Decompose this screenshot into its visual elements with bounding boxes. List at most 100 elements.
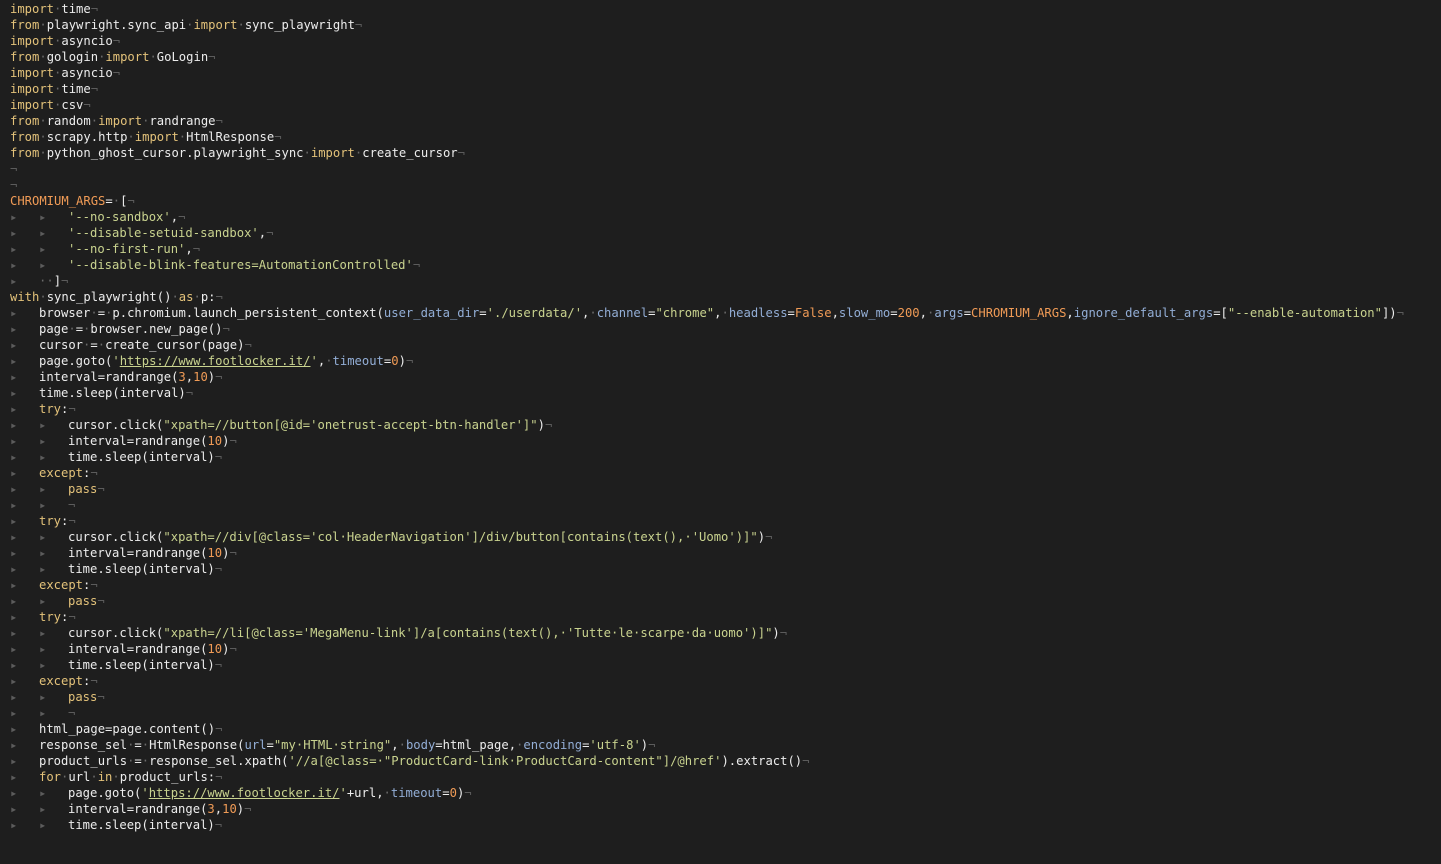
line-end-marker: ¬ bbox=[544, 418, 553, 432]
tab-marker: ▸ bbox=[10, 354, 18, 368]
operator-token: ) bbox=[757, 530, 766, 544]
code-line[interactable]: ▸ response_sel·=·HtmlResponse(url="my·HTM… bbox=[0, 737, 1441, 753]
identifier-token: browser bbox=[39, 306, 91, 320]
keyword-argument: body bbox=[405, 738, 436, 752]
code-line[interactable]: from·python_ghost_cursor.playwright_sync… bbox=[0, 145, 1441, 161]
code-line[interactable]: ▸ except:¬ bbox=[0, 465, 1441, 481]
whitespace-dot: · bbox=[39, 114, 47, 128]
code-line[interactable]: ▸ try:¬ bbox=[0, 609, 1441, 625]
line-end-marker: ¬ bbox=[765, 530, 773, 544]
code-line[interactable]: ▸ ▸ interval=randrange(3,10)¬ bbox=[0, 801, 1441, 817]
line-end-marker: ¬ bbox=[215, 370, 223, 384]
keyword-token: import bbox=[10, 98, 55, 112]
code-line[interactable]: ▸ cursor·=·create_cursor(page)¬ bbox=[0, 337, 1441, 353]
code-line[interactable]: ▸ ▸ pass¬ bbox=[0, 481, 1441, 497]
keyword-token: import bbox=[10, 34, 55, 48]
code-line[interactable]: ▸ ▸ '--no-sandbox',¬ bbox=[0, 209, 1441, 225]
code-line[interactable]: import·time¬ bbox=[0, 1, 1441, 17]
keyword-argument: headless bbox=[728, 306, 788, 320]
code-line[interactable]: ▸ html_page=page.content()¬ bbox=[0, 721, 1441, 737]
string-token: "my·HTML·string" bbox=[273, 738, 392, 752]
code-line[interactable]: from·gologin·import·GoLogin¬ bbox=[0, 49, 1441, 65]
whitespace-dot: · bbox=[39, 146, 47, 160]
code-line[interactable]: ▸ except:¬ bbox=[0, 577, 1441, 593]
keyword-argument: encoding bbox=[523, 738, 583, 752]
keyword-token: from bbox=[10, 18, 40, 32]
code-line[interactable]: ▸ ▸ time.sleep(interval)¬ bbox=[0, 657, 1441, 673]
code-line[interactable]: ▸ ▸ pass¬ bbox=[0, 689, 1441, 705]
code-line[interactable]: ▸ ▸ interval=randrange(10)¬ bbox=[0, 545, 1441, 561]
code-line[interactable]: ▸ ▸ cursor.click("xpath=//button[@id='onet… bbox=[0, 417, 1441, 433]
number-token: 3 bbox=[178, 370, 186, 384]
tab-marker: ▸ bbox=[39, 498, 47, 512]
keyword-argument: channel bbox=[596, 306, 649, 320]
code-line[interactable]: ▸ ··]¬ bbox=[0, 273, 1441, 289]
code-line[interactable]: ▸ ▸ '--disable-blink-features=AutomationCo… bbox=[0, 257, 1441, 273]
code-line[interactable]: from·random·import·randrange¬ bbox=[0, 113, 1441, 129]
identifier-token: asyncio bbox=[61, 34, 113, 48]
tab-marker: ▸ bbox=[10, 306, 18, 320]
code-line[interactable]: with·sync_playwright()·as·p:¬ bbox=[0, 289, 1441, 305]
line-end-marker: ¬ bbox=[779, 626, 788, 640]
identifier-token: page bbox=[39, 322, 69, 336]
tab-marker: ▸ bbox=[39, 642, 47, 656]
string-token: "xpath=//button[@id='onetrust-accept-btn… bbox=[163, 418, 538, 432]
code-line[interactable]: ▸ ▸ time.sleep(interval)¬ bbox=[0, 817, 1441, 833]
whitespace-dot: · bbox=[237, 18, 245, 32]
tab-marker: ▸ bbox=[39, 210, 47, 224]
keyword-token: except bbox=[39, 674, 84, 688]
string-token: "xpath=//div[@class='col·HeaderNavigatio… bbox=[163, 530, 758, 544]
code-line[interactable]: ▸ ▸ page.goto('https://www.footlocker.it/'… bbox=[0, 785, 1441, 801]
code-line[interactable]: ▸ try:¬ bbox=[0, 401, 1441, 417]
code-line[interactable]: import·asyncio¬ bbox=[0, 33, 1441, 49]
code-line[interactable]: ▸ ▸ ¬ bbox=[0, 705, 1441, 721]
code-line[interactable]: ▸ browser·=·p.chromium.launch_persistent_… bbox=[0, 305, 1441, 321]
code-line[interactable]: ▸ page.goto('https://www.footlocker.it/',… bbox=[0, 353, 1441, 369]
identifier-token: interval=randrange( bbox=[68, 642, 208, 656]
tab-marker: ▸ bbox=[10, 322, 18, 336]
code-line[interactable]: ▸ ▸ time.sleep(interval)¬ bbox=[0, 561, 1441, 577]
code-line[interactable]: ▸ ▸ cursor.click("xpath=//li[@class='MegaM… bbox=[0, 625, 1441, 641]
code-line[interactable]: ▸ interval=randrange(3,10)¬ bbox=[0, 369, 1441, 385]
tab-marker: ▸ bbox=[10, 690, 18, 704]
code-line[interactable]: ▸ ▸ '--no-first-run',¬ bbox=[0, 241, 1441, 257]
operator-token: = bbox=[435, 738, 443, 752]
code-line[interactable]: ¬ bbox=[0, 161, 1441, 177]
code-line[interactable]: ▸ try:¬ bbox=[0, 513, 1441, 529]
code-line[interactable]: ▸ ▸ '--disable-setuid-sandbox',¬ bbox=[0, 225, 1441, 241]
tab-marker: ▸ bbox=[10, 498, 18, 512]
code-line[interactable]: ▸ ▸ cursor.click("xpath=//div[@class='col·… bbox=[0, 529, 1441, 545]
code-line[interactable]: CHROMIUM_ARGS=·[¬ bbox=[0, 193, 1441, 209]
line-end-marker: ¬ bbox=[61, 274, 69, 288]
tab-marker: ▸ bbox=[10, 818, 18, 832]
tab-marker: ▸ bbox=[39, 546, 47, 560]
operator-token: , bbox=[185, 370, 194, 384]
code-line[interactable]: import·time¬ bbox=[0, 81, 1441, 97]
code-line[interactable]: ▸ for·url·in·product_urls:¬ bbox=[0, 769, 1441, 785]
code-line[interactable]: ▸ ▸ interval=randrange(10)¬ bbox=[0, 433, 1441, 449]
code-editor[interactable]: import·time¬ from·playwright.sync_api·imp… bbox=[0, 0, 1441, 864]
code-line[interactable]: ¬ bbox=[0, 177, 1441, 193]
code-line[interactable]: ▸ except:¬ bbox=[0, 673, 1441, 689]
code-line[interactable]: from·playwright.sync_api·import·sync_pla… bbox=[0, 17, 1441, 33]
keyword-token: import bbox=[193, 18, 238, 32]
code-line[interactable]: import·csv¬ bbox=[0, 97, 1441, 113]
tab-marker: ▸ bbox=[10, 786, 18, 800]
url-link[interactable]: https://www.footlocker.it/ bbox=[149, 786, 340, 800]
code-area[interactable]: import·time¬ from·playwright.sync_api·imp… bbox=[0, 1, 1441, 833]
code-line[interactable]: from·scrapy.http·import·HtmlResponse¬ bbox=[0, 129, 1441, 145]
keyword-token: pass bbox=[68, 482, 98, 496]
identifier-token: cursor.click( bbox=[68, 530, 164, 544]
code-line[interactable]: ▸ page·=·browser.new_page()¬ bbox=[0, 321, 1441, 337]
keyword-token: except bbox=[39, 578, 84, 592]
code-line[interactable]: import·asyncio¬ bbox=[0, 65, 1441, 81]
code-line[interactable]: ▸ ▸ interval=randrange(10)¬ bbox=[0, 641, 1441, 657]
code-line[interactable]: ▸ ▸ time.sleep(interval)¬ bbox=[0, 449, 1441, 465]
code-line[interactable]: ▸ time.sleep(interval)¬ bbox=[0, 385, 1441, 401]
number-token: 10 bbox=[207, 546, 223, 560]
tab-marker: ▸ bbox=[10, 450, 18, 464]
code-line[interactable]: ▸ ▸ ¬ bbox=[0, 497, 1441, 513]
code-line[interactable]: ▸ ▸ pass¬ bbox=[0, 593, 1441, 609]
code-line[interactable]: ▸ product_urls·=·response_sel.xpath('//a[… bbox=[0, 753, 1441, 769]
url-link[interactable]: https://www.footlocker.it/ bbox=[120, 354, 311, 368]
